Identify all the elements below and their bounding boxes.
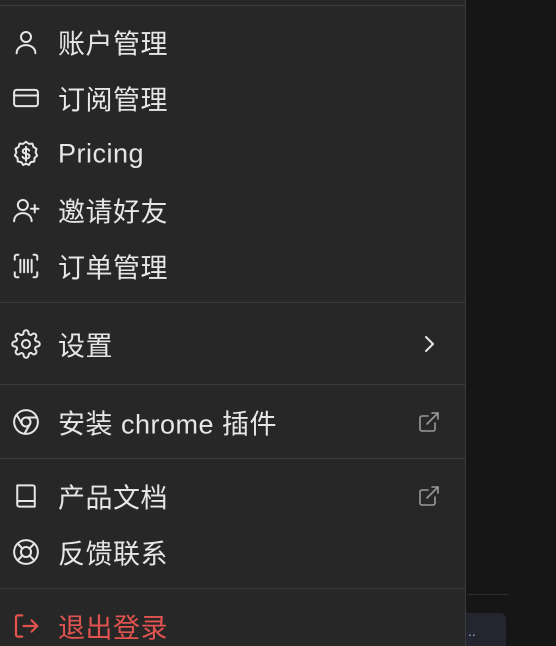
menu-item-label: 退出登录 xyxy=(58,613,168,644)
logout-icon xyxy=(10,610,42,642)
menu-item-label: Pricing xyxy=(58,138,145,169)
app-window: .. 账户管理 订阅管理 Pricing 邀请好友 订单管理 设置 安装 chr… xyxy=(0,0,556,646)
menu-item-docs[interactable]: 产品文档 xyxy=(0,470,466,522)
gear-icon xyxy=(10,328,42,360)
external-link-icon xyxy=(416,409,442,435)
menu-item-label: 设置 xyxy=(58,331,113,362)
user-dropdown-menu: 账户管理 订阅管理 Pricing 邀请好友 订单管理 设置 安装 chrome… xyxy=(0,0,466,646)
menu-divider xyxy=(0,302,466,303)
user-plus-icon xyxy=(10,194,42,226)
barcode-scan-icon xyxy=(10,250,42,282)
menu-item-subscription[interactable]: 订阅管理 xyxy=(0,72,466,124)
chrome-icon xyxy=(10,406,42,438)
external-link-icon xyxy=(416,483,442,509)
user-icon xyxy=(10,26,42,58)
menu-divider xyxy=(0,384,466,385)
menu-item-label: 邀请好友 xyxy=(58,197,168,228)
menu-item-label: 产品文档 xyxy=(58,483,168,514)
menu-item-settings[interactable]: 设置 xyxy=(0,318,466,370)
menu-divider xyxy=(0,458,466,459)
background-divider xyxy=(467,594,509,595)
menu-item-label: 反馈联系 xyxy=(58,539,168,570)
lifebuoy-icon xyxy=(10,536,42,568)
dollar-badge-icon xyxy=(10,138,42,170)
menu-item-account[interactable]: 账户管理 xyxy=(0,16,466,68)
menu-item-orders[interactable]: 订单管理 xyxy=(0,240,466,292)
book-icon xyxy=(10,480,42,512)
menu-item-logout[interactable]: 退出登录 xyxy=(0,600,466,646)
menu-divider xyxy=(0,588,466,589)
menu-item-pricing[interactable]: Pricing xyxy=(0,128,466,180)
menu-top-divider xyxy=(0,5,466,6)
menu-item-label: 订单管理 xyxy=(58,253,168,284)
credit-card-icon xyxy=(10,82,42,114)
menu-item-invite[interactable]: 邀请好友 xyxy=(0,184,466,236)
menu-item-feedback[interactable]: 反馈联系 xyxy=(0,526,466,578)
menu-item-label: 安装 chrome 插件 xyxy=(58,409,278,440)
menu-item-label: 订阅管理 xyxy=(58,85,168,116)
menu-item-label: 账户管理 xyxy=(58,29,168,60)
chevron-right-icon xyxy=(416,331,442,357)
menu-item-install-chrome-extension[interactable]: 安装 chrome 插件 xyxy=(0,396,466,448)
